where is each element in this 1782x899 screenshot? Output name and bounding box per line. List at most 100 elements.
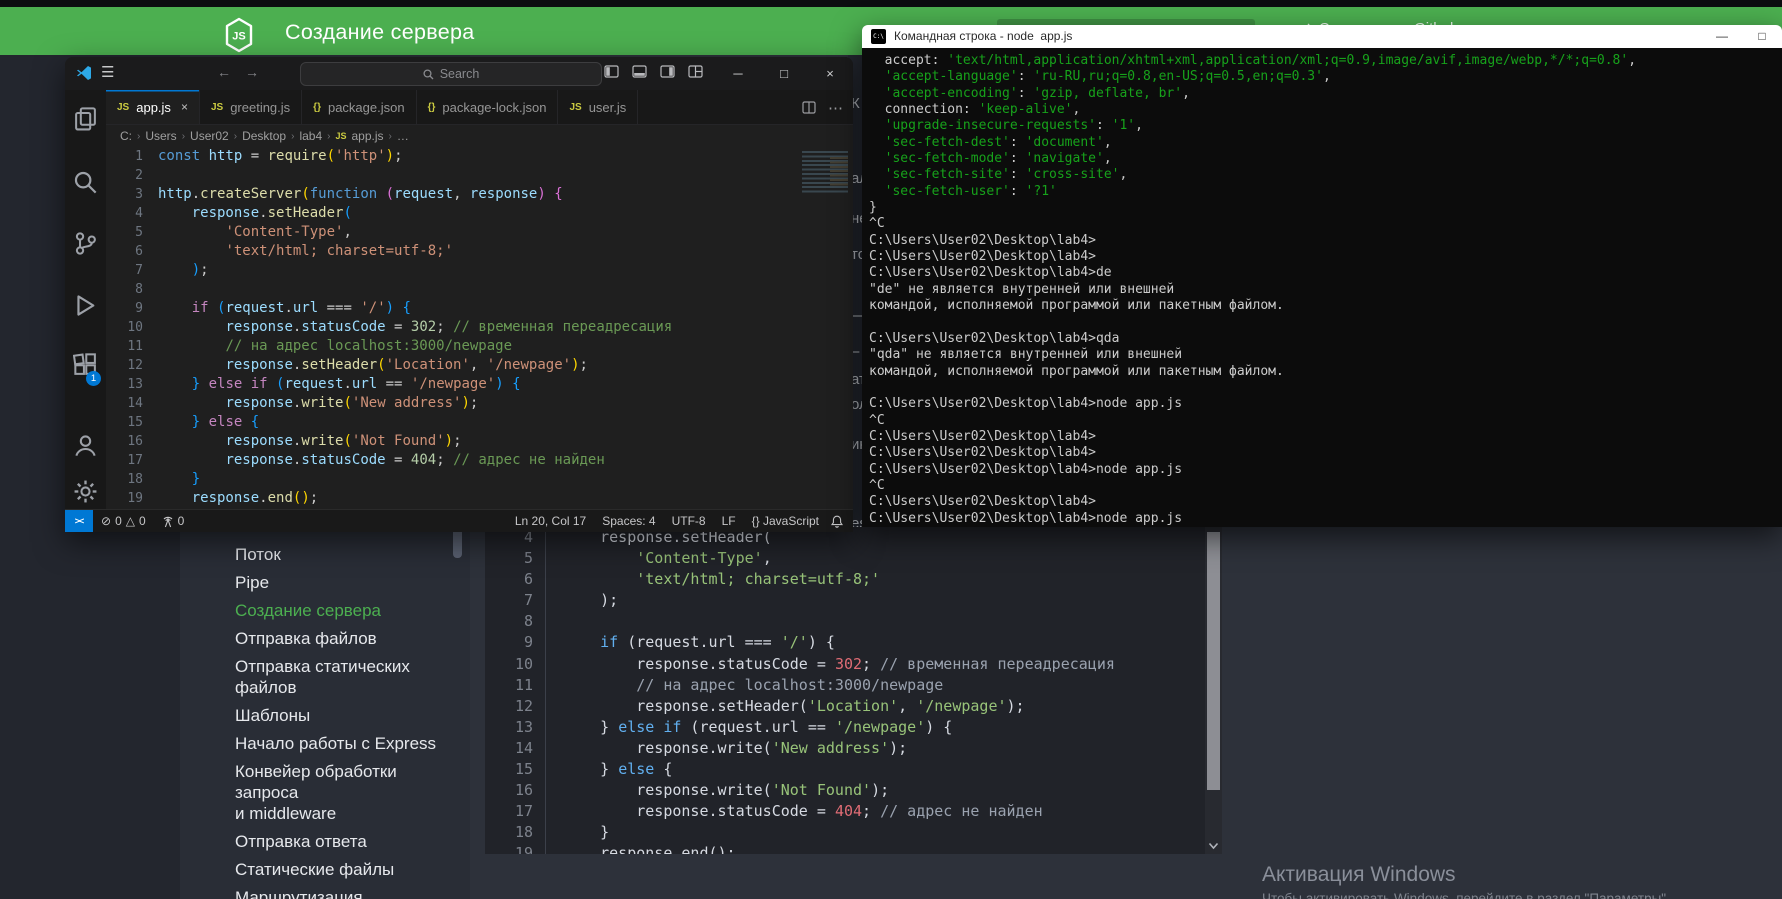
ports-indicator[interactable]: 0 [154,514,193,528]
code-block-scrollbar[interactable] [1205,527,1222,854]
breadcrumb-item[interactable]: C: [120,129,132,143]
status-item[interactable]: Ln 20, Col 17 [515,514,586,528]
sidebar-item[interactable]: Шаблоны [235,705,453,726]
vscode-code-line[interactable]: 9 if (request.url === '/') { [106,299,853,318]
chevron-right-icon: › [327,131,330,142]
sidebar-item[interactable]: Создание сервера [235,600,453,621]
webpage-code-line: 7 ); [485,590,1205,611]
toggle-secondary-sidebar-icon[interactable] [660,65,675,78]
breadcrumb-item[interactable]: User02 [190,129,229,143]
account-icon[interactable] [73,433,98,458]
tab-overflow-icon[interactable]: ⋯ [828,99,843,117]
breadcrumb-item[interactable]: lab4 [299,129,322,143]
editor-tab-package-lock.json[interactable]: {}package-lock.json [417,90,559,124]
console-line: "de" не является внутренней или внешней [869,282,1782,298]
console-title-bar[interactable]: C:\ Командная строка - node app.js — □ [862,25,1782,48]
customize-layout-icon[interactable] [688,65,703,78]
vscode-window: ☰ ← → Search ─ □ × JSapp.js×JSgreeting.j… [65,57,853,532]
vscode-code-line[interactable]: 14 response.write('New address'); [106,394,853,413]
sidebar-scrollbar-thumb[interactable] [453,528,462,558]
console-line: 'sec-fetch-site': 'cross-site', [869,167,1782,183]
status-item[interactable]: {} JavaScript [752,514,819,528]
vscode-code-line[interactable]: 7 ); [106,261,853,280]
console-output[interactable]: accept: 'text/html,application/xhtml+xml… [862,48,1782,527]
split-editor-icon[interactable] [802,101,816,114]
code-text: response.end(); [546,843,736,854]
webpage-code-line: 19 response.end(); [485,843,1205,854]
breadcrumb-item[interactable]: … [397,129,409,143]
editor-tab-package.json[interactable]: {}package.json [302,90,416,124]
line-number: 18 [485,822,546,843]
sidebar-item[interactable]: Поток [235,544,453,565]
vscode-code-line[interactable]: 17 response.statusCode = 404; // адрес н… [106,451,853,470]
back-arrow-icon[interactable]: ← [217,64,231,80]
chevron-right-icon: › [137,131,140,142]
scroll-down-arrow[interactable] [1208,842,1219,850]
vscode-code-line[interactable]: 5 'Content-Type', [106,223,853,242]
console-minimize-button[interactable]: — [1702,25,1742,48]
editor-tab-app.js[interactable]: JSapp.js× [106,90,200,124]
vscode-code-line[interactable]: 10 response.statusCode = 302; // временн… [106,318,853,337]
breadcrumb-item[interactable]: app.js [351,129,383,143]
vscode-code-line[interactable]: 8 [106,280,853,299]
line-number: 12 [485,696,546,717]
problems-indicator[interactable]: ⊘0 △0 [93,514,154,528]
vscode-code-line[interactable]: 1const http = require('http'); [106,147,853,166]
sidebar-item[interactable]: Отправка файлов [235,628,453,649]
tab-close-icon[interactable]: × [181,100,188,114]
console-maximize-button[interactable]: □ [1742,25,1782,48]
search-sidebar-icon[interactable] [73,170,98,195]
editor-tab-user.js[interactable]: JSuser.js [558,90,638,124]
vscode-code-line[interactable]: 6 'text/html; charset=utf-8;' [106,242,853,261]
breadcrumb-item[interactable]: Desktop [242,129,286,143]
source-control-icon[interactable] [73,231,98,256]
vscode-code-line[interactable]: 4 response.setHeader( [106,204,853,223]
search-input[interactable]: Search [300,62,602,86]
console-line: "qda" не является внутренней или внешней [869,347,1782,363]
run-debug-icon[interactable] [73,293,98,318]
vscode-code-line[interactable]: 11 // на адрес localhost:3000/newpage [106,337,853,356]
code-text: response.end(); [158,489,318,508]
vscode-code-line[interactable]: 2 [106,166,853,185]
maximize-button[interactable]: □ [761,57,807,90]
sidebar-item[interactable]: Pipe [235,572,453,593]
tab-label: user.js [589,100,627,115]
sidebar-item[interactable]: Конвейер обработки запросаи middleware [235,761,453,824]
minimize-button[interactable]: ─ [715,57,761,90]
sidebar-item[interactable]: Маршрутизация фреймворка [235,887,453,899]
status-item[interactable]: LF [722,514,736,528]
close-button[interactable]: × [807,57,853,90]
forward-arrow-icon[interactable]: → [245,64,259,80]
line-number: 14 [106,394,143,413]
breadcrumb[interactable]: C:›Users›User02›Desktop›lab4›JSapp.js›… [106,125,853,147]
vscode-code-line[interactable]: 18 } [106,470,853,489]
console-line: C:\Users\User02\Desktop\lab4> [869,429,1782,445]
explorer-icon[interactable] [73,106,98,131]
status-item[interactable]: UTF-8 [672,514,706,528]
sidebar-item[interactable]: Отправка ответа [235,831,453,852]
code-block-scrollbar-thumb[interactable] [1207,532,1220,790]
minimap[interactable] [802,151,848,195]
vscode-code-line[interactable]: 15 } else { [106,413,853,432]
toggle-sidebar-icon[interactable] [604,65,619,78]
notifications-bell-icon[interactable] [831,515,843,528]
sidebar-item[interactable]: Статические файлы [235,859,453,880]
vscode-code-line[interactable]: 19 response.end(); [106,489,853,508]
vscode-title-bar[interactable]: ☰ ← → Search ─ □ × [65,57,853,90]
console-title: Командная строка - node app.js [894,29,1072,43]
menu-icon[interactable]: ☰ [101,63,114,81]
editor-tab-greeting.js[interactable]: JSgreeting.js [200,90,302,124]
sidebar-item[interactable]: Начало работы с Express [235,733,453,754]
sidebar-item[interactable]: Отправка статических файлов [235,656,453,698]
line-number: 13 [485,717,546,738]
vscode-code-line[interactable]: 16 response.write('Not Found'); [106,432,853,451]
vscode-code-line[interactable]: 3http.createServer(function (request, re… [106,185,853,204]
status-item[interactable]: Spaces: 4 [602,514,655,528]
settings-gear-icon[interactable] [73,479,98,504]
vscode-code-line[interactable]: 13 } else if (request.url == '/newpage')… [106,375,853,394]
vscode-code-line[interactable]: 12 response.setHeader('Location', '/newp… [106,356,853,375]
remote-indicator[interactable]: >< [65,510,93,532]
breadcrumb-item[interactable]: Users [145,129,176,143]
toggle-panel-icon[interactable] [632,65,647,78]
vscode-editor[interactable]: 1const http = require('http');2 3http.cr… [106,147,853,510]
